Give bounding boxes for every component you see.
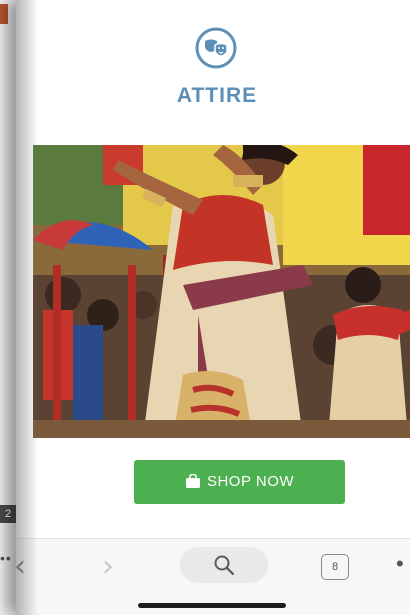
background-page-dots: •• [0,550,12,566]
screen: 2 •• ATTIRE SHOP NOW › 8 • [0,0,410,615]
shop-now-label: SHOP NOW [206,473,295,490]
shopping-bag-icon [185,473,200,488]
chevron-right-icon[interactable]: › [102,549,114,584]
theater-masks-icon [195,27,237,69]
page-card: ATTIRE SHOP NOW › 8 • [16,0,410,615]
browser-toolbar: ‹ › 8 • [16,538,410,615]
shop-now-button[interactable]: SHOP NOW [134,460,345,504]
brand-name: ATTIRE [176,84,258,107]
search-button[interactable] [180,547,268,583]
more-dots-icon[interactable]: • [396,551,404,577]
brand-header: ATTIRE [16,22,410,112]
chevron-left-icon[interactable]: ‹ [16,549,26,584]
tab-count-button[interactable]: 8 [321,554,349,580]
search-icon [214,555,235,576]
background-page-accent [0,4,8,24]
home-indicator[interactable] [138,603,286,608]
dancer-photo[interactable] [33,145,410,438]
